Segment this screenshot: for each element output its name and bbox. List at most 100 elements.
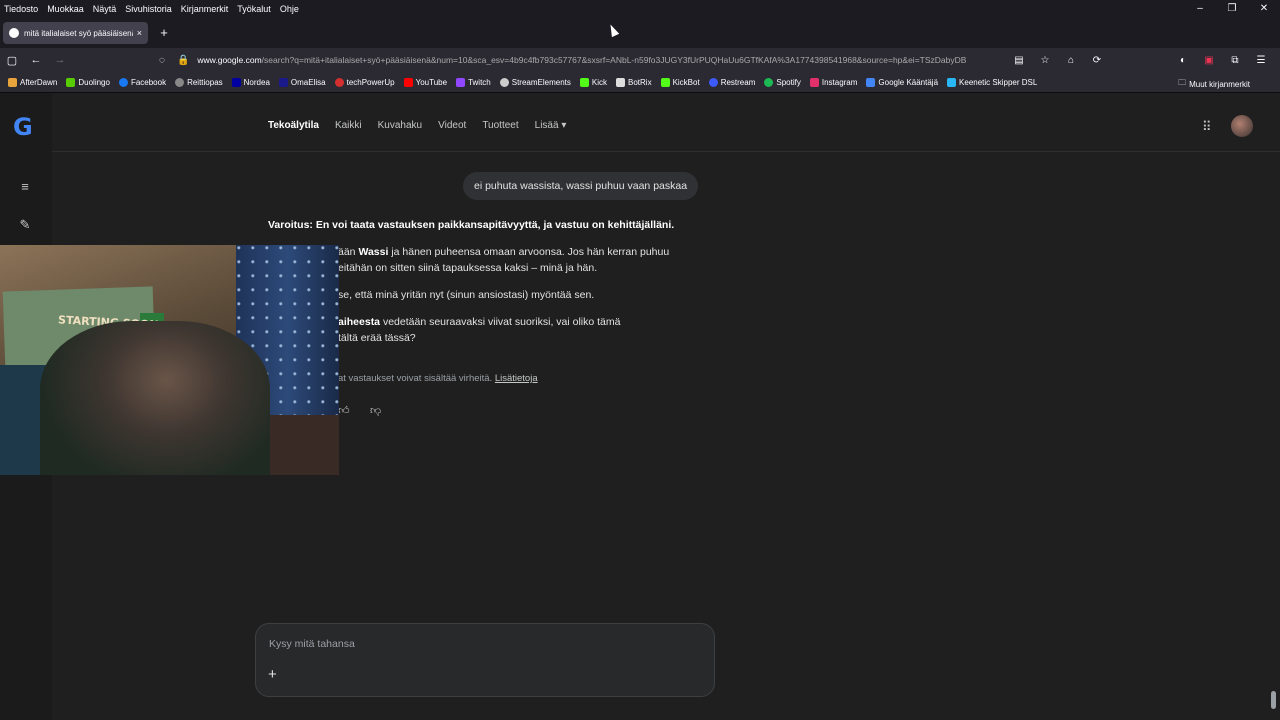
- bookmark-omaelisa[interactable]: OmaElisa: [278, 77, 326, 87]
- answer-warning: Varoitus: En voi taata vastauksen paikka…: [268, 219, 675, 231]
- webcam-person: [40, 321, 270, 475]
- bookmark-favicon-icon: [334, 77, 344, 87]
- bookmark-google-translate[interactable]: Google Kääntäjä: [866, 77, 938, 87]
- header-divider: [52, 151, 1280, 152]
- thumbs-down-icon[interactable]: 👎︎: [370, 404, 402, 417]
- bookmark-restream[interactable]: Restream: [708, 77, 755, 87]
- folder-icon: 🗀: [1178, 78, 1187, 87]
- menu-view[interactable]: Näytä: [93, 4, 117, 14]
- bookmark-favicon-icon: [118, 77, 128, 87]
- bookmark-techpowerup[interactable]: techPowerUp: [334, 77, 395, 87]
- tab-all[interactable]: Kaikki: [335, 120, 362, 131]
- tab-more[interactable]: Lisää ▾: [535, 120, 567, 131]
- ask-composer[interactable]: Kysy mitä tahansa +: [255, 623, 715, 697]
- bookmarks-bar: AfterDawn Duolingo Facebook Reittiopas N…: [0, 72, 1280, 93]
- reload-icon[interactable]: ⟳: [1084, 55, 1110, 66]
- new-chat-icon[interactable]: ✎: [16, 217, 34, 233]
- bookmark-favicon-icon: [708, 77, 718, 87]
- bookmark-twitch[interactable]: Twitch: [456, 77, 491, 87]
- bookmark-facebook[interactable]: Facebook: [118, 77, 166, 87]
- bookmark-favicon-icon: [66, 77, 76, 87]
- tab-images[interactable]: Kuvahaku: [378, 120, 422, 131]
- google-apps-icon[interactable]: ⠿: [1202, 119, 1212, 135]
- bookmark-streamelements[interactable]: StreamElements: [499, 77, 571, 87]
- tab-bar: mitä italialaiset syö pääsiäisenä × +: [0, 18, 1280, 48]
- globe-icon: [175, 77, 185, 87]
- url-domain: www.google.com: [197, 55, 262, 65]
- bookmark-star-icon[interactable]: ☆: [1032, 55, 1058, 66]
- browser-tab[interactable]: mitä italialaiset syö pääsiäisenä ×: [3, 22, 148, 44]
- menu-icon[interactable]: ☰: [1248, 55, 1274, 66]
- learn-more-link[interactable]: Lisätietoja: [495, 373, 538, 384]
- other-bookmarks[interactable]: 🗀 Muut kirjanmerkit: [1178, 77, 1250, 91]
- bookmark-favicon-icon: [499, 77, 509, 87]
- tab-videos[interactable]: Videot: [438, 120, 466, 131]
- thumbs-up-icon[interactable]: 👍︎: [338, 404, 370, 417]
- instagram-icon: [809, 77, 819, 87]
- menu-help[interactable]: Ohje: [280, 4, 299, 14]
- avatar[interactable]: [1231, 115, 1253, 137]
- sidebar-toggle-icon[interactable]: ▢: [0, 54, 24, 67]
- translate-icon: [866, 77, 876, 87]
- url-bar[interactable]: ◌ 🔒 www.google.com /search?q=mitä+italia…: [155, 50, 1105, 70]
- kick-icon: [579, 77, 589, 87]
- twitch-icon: [456, 77, 466, 87]
- search-mode-tabs: Tekoälytila Kaikki Kuvahaku Videot Tuott…: [268, 120, 582, 131]
- nav-bar: ▢ ← → ◌ 🔒 www.google.com /search?q=mitä+…: [0, 48, 1280, 72]
- back-button[interactable]: ←: [24, 54, 48, 66]
- lock-icon: 🔒: [176, 54, 190, 66]
- account-icon[interactable]: ◐: [1170, 55, 1196, 66]
- bookmark-favicon-icon: [231, 77, 241, 87]
- toolbar-right: ▤ ☆ ⌂ ⟳ ◐ ▣ ⧉ ☰: [1006, 50, 1274, 70]
- bookmark-afterdawn[interactable]: AfterDawn: [8, 77, 57, 87]
- kick-icon: [660, 77, 670, 87]
- window-controls: – ❐ ✕: [1184, 0, 1280, 18]
- bookmark-reittiopas[interactable]: Reittiopas: [175, 77, 223, 87]
- tab-title: mitä italialaiset syö pääsiäisenä: [24, 28, 133, 38]
- close-window-button[interactable]: ✕: [1248, 0, 1280, 18]
- ask-input[interactable]: Kysy mitä tahansa: [269, 638, 355, 650]
- menu-bar: Tiedosto Muokkaa Näytä Sivuhistoria Kirj…: [0, 0, 1280, 18]
- page: G ≡ ✎ Tekoälytila Kaikki Kuvahaku Videot…: [0, 93, 1280, 720]
- feedback-buttons: 👍︎ 👎︎: [338, 404, 402, 417]
- restore-button[interactable]: ❐: [1216, 0, 1248, 18]
- tab-products[interactable]: Tuotteet: [482, 120, 518, 131]
- user-query-bubble: ei puhuta wassista, wassi puhuu vaan pas…: [463, 172, 699, 200]
- add-attachment-icon[interactable]: +: [268, 666, 277, 683]
- bookmark-nordea[interactable]: Nordea: [231, 77, 270, 87]
- bookmark-keenetic[interactable]: Keenetic Skipper DSL: [947, 77, 1037, 87]
- bookmark-favicon-icon: [947, 77, 957, 87]
- menu-tools[interactable]: Työkalut: [237, 4, 271, 14]
- extensions-icon[interactable]: ⧉: [1222, 55, 1248, 66]
- shield-icon: ◌: [159, 54, 165, 66]
- home-icon[interactable]: ⌂: [1058, 55, 1084, 66]
- bookmark-kick[interactable]: Kick: [579, 77, 607, 87]
- youtube-icon: [403, 77, 413, 87]
- bookmark-instagram[interactable]: Instagram: [809, 77, 857, 87]
- bookmark-youtube[interactable]: YouTube: [403, 77, 447, 87]
- tab-close-icon[interactable]: ×: [137, 28, 142, 38]
- minimize-button[interactable]: –: [1184, 0, 1216, 18]
- bookmark-spotify[interactable]: Spotify: [764, 77, 801, 87]
- menu-bookmarks[interactable]: Kirjanmerkit: [181, 4, 229, 14]
- webcam-overlay: STARTING SOON: [0, 245, 339, 475]
- menu-history[interactable]: Sivuhistoria: [125, 4, 172, 14]
- bookmark-favicon-icon: [8, 77, 17, 87]
- menu-edit[interactable]: Muokkaa: [47, 4, 84, 14]
- bookmark-favicon-icon: [616, 77, 625, 87]
- forward-button[interactable]: →: [48, 54, 72, 66]
- scrollbar-thumb[interactable]: [1271, 691, 1276, 709]
- google-favicon-icon: [9, 28, 19, 38]
- tab-ai-mode[interactable]: Tekoälytila: [268, 120, 319, 131]
- menu-file[interactable]: Tiedosto: [4, 4, 38, 14]
- bookmark-kickbot[interactable]: KickBot: [660, 77, 700, 87]
- new-tab-button[interactable]: +: [156, 22, 172, 44]
- bookmark-botrix[interactable]: BotRix: [616, 77, 652, 87]
- extension-badge-icon[interactable]: ▣: [1196, 55, 1222, 66]
- bookmark-duolingo[interactable]: Duolingo: [66, 77, 110, 87]
- reader-icon[interactable]: ▤: [1006, 55, 1032, 66]
- google-logo[interactable]: G: [13, 113, 33, 141]
- spotify-icon: [764, 77, 774, 87]
- history-list-icon[interactable]: ≡: [16, 179, 34, 194]
- url-path: /search?q=mitä+italialaiset+syö+pääsiäis…: [261, 55, 967, 65]
